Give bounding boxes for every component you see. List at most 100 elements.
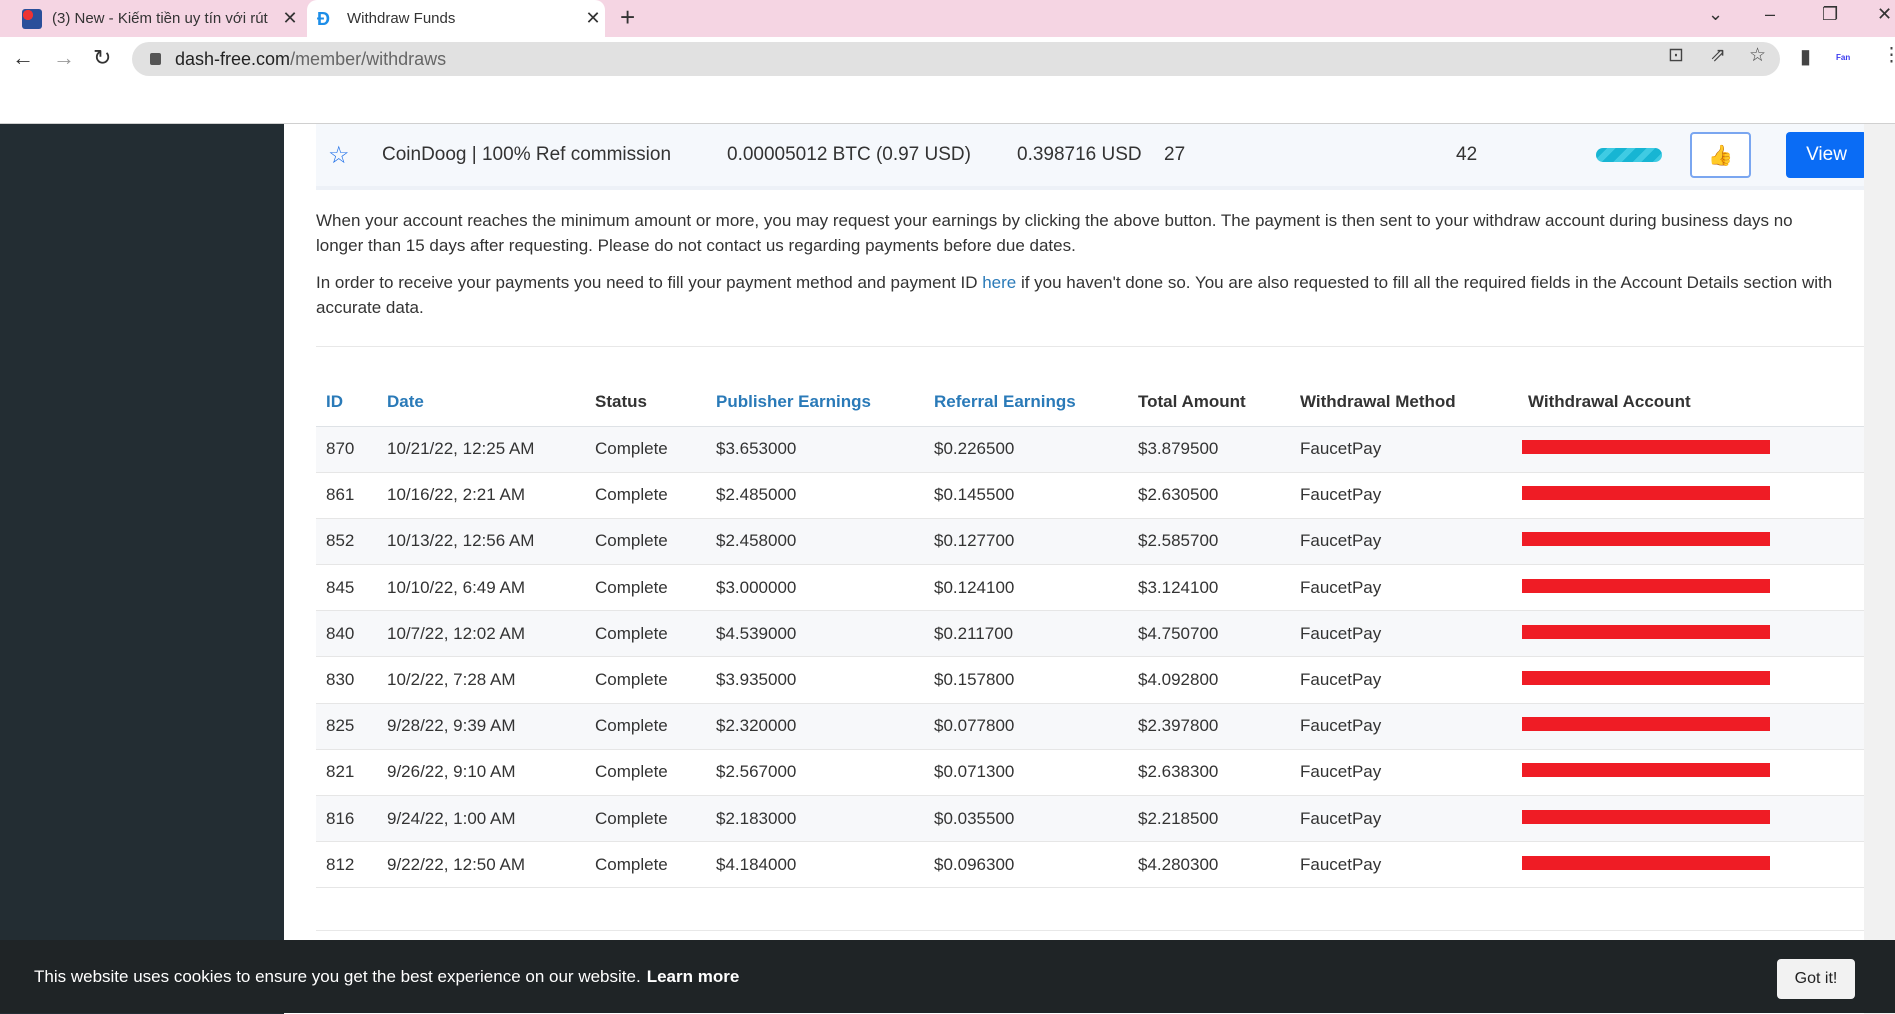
cell-withdrawal-method: FaucetPay [1290, 610, 1518, 658]
table-row: 852 10/13/22, 12:56 AM Complete $2.458000 $0… [316, 518, 1864, 566]
favorite-star-icon[interactable]: ☆ [328, 141, 350, 170]
redaction-bar [1522, 532, 1770, 547]
cell-total-amount: $2.218500 [1128, 795, 1290, 843]
view-button[interactable]: View [1786, 132, 1867, 178]
table-row: 870 10/21/22, 12:25 AM Complete $3.653000 $0… [316, 426, 1864, 473]
column-header-referral-earnings[interactable]: Referral Earnings [924, 379, 1128, 427]
redaction-bar [1522, 671, 1770, 686]
page: ☆ CoinDoog | 100% Ref commission 0.00005… [0, 123, 1895, 1014]
cell-total-amount: $4.092800 [1128, 656, 1290, 704]
cell-status: Complete [585, 426, 706, 473]
got-it-button[interactable]: Got it! [1777, 959, 1855, 999]
cell-publisher-earnings: $2.567000 [706, 749, 924, 797]
cell-status: Complete [585, 564, 706, 612]
redaction-bar [1522, 763, 1770, 778]
cookie-banner: This website uses cookies to ensure you … [0, 940, 1895, 1013]
cell-withdrawal-method: FaucetPay [1290, 841, 1518, 889]
cookie-message: This website uses cookies to ensure you … [34, 966, 641, 986]
cell-publisher-earnings: $2.183000 [706, 795, 924, 843]
cell-date: 9/22/22, 12:50 AM [377, 841, 585, 889]
cell-date: 10/16/22, 2:21 AM [377, 472, 585, 519]
cell-referral-earnings: $0.145500 [924, 472, 1128, 519]
cell-date: 10/2/22, 7:28 AM [377, 656, 585, 704]
cell-id: 830 [316, 656, 377, 704]
tab-title: Withdraw Funds [347, 10, 456, 27]
progress-bar [1596, 148, 1662, 162]
bookmark-star-icon[interactable]: ☆ [1749, 44, 1766, 67]
withdrawals-table: ID Date Status Publisher Earnings Referr… [316, 379, 1864, 889]
cell-total-amount: $2.585700 [1128, 518, 1290, 566]
cell-withdrawal-account [1518, 518, 1864, 566]
cell-id: 861 [316, 472, 377, 519]
cell-withdrawal-account [1518, 749, 1864, 797]
payment-method-link[interactable]: here [982, 273, 1016, 292]
divider [316, 346, 1864, 347]
close-tab-icon[interactable]: ✕ [581, 8, 605, 29]
scrollbar[interactable] [1864, 124, 1895, 1014]
cell-withdrawal-account [1518, 656, 1864, 704]
url-domain: dash-free.com [175, 48, 291, 69]
table-row: 830 10/2/22, 7:28 AM Complete $3.935000 $0.1… [316, 656, 1864, 704]
tab-withdraw-funds[interactable]: Đ Withdraw Funds ✕ [307, 0, 605, 37]
cell-status: Complete [585, 749, 706, 797]
cell-id: 840 [316, 610, 377, 658]
cell-withdrawal-account [1518, 564, 1864, 612]
cell-referral-earnings: $0.077800 [924, 703, 1128, 750]
cell-total-amount: $2.397800 [1128, 703, 1290, 750]
cell-total-amount: $3.879500 [1128, 426, 1290, 473]
offer-name: CoinDoog | 100% Ref commission [382, 144, 672, 165]
featured-offer-row: ☆ CoinDoog | 100% Ref commission 0.00005… [316, 124, 1867, 190]
share-icon[interactable]: ⇗ [1710, 44, 1726, 67]
column-header-publisher-earnings[interactable]: Publisher Earnings [706, 379, 924, 427]
extension-icon[interactable]: Fan [1836, 53, 1850, 62]
payment-method-text: In order to receive your payments you ne… [316, 270, 1836, 320]
new-tab-button[interactable]: + [620, 2, 635, 33]
cell-status: Complete [585, 472, 706, 519]
cell-referral-earnings: $0.071300 [924, 749, 1128, 797]
column-header-id[interactable]: ID [316, 379, 377, 427]
back-button[interactable]: ← [12, 45, 34, 71]
offer-amount: 0.00005012 BTC (0.97 USD) [727, 144, 971, 165]
cell-total-amount: $4.280300 [1128, 841, 1290, 889]
close-window-button[interactable]: ✕ [1877, 4, 1892, 25]
main-content: ☆ CoinDoog | 100% Ref commission 0.00005… [284, 124, 1867, 1014]
table-row: 825 9/28/22, 9:39 AM Complete $2.320000 $0.0… [316, 703, 1864, 750]
offer-count-2: 42 [1456, 144, 1478, 165]
table-row: 816 9/24/22, 1:00 AM Complete $2.183000 $0.0… [316, 795, 1864, 843]
cell-id: 852 [316, 518, 377, 566]
like-button[interactable]: 👍 [1690, 132, 1751, 178]
close-tab-icon[interactable]: ✕ [278, 8, 302, 29]
address-bar[interactable]: dash-free.com/member/withdraws [132, 42, 1780, 76]
cell-withdrawal-account [1518, 841, 1864, 889]
minimize-button[interactable]: – [1765, 4, 1775, 25]
cell-total-amount: $3.124100 [1128, 564, 1290, 612]
cell-status: Complete [585, 656, 706, 704]
offer-count: 27 [1164, 144, 1186, 165]
side-panel-icon[interactable]: ▮ [1800, 44, 1811, 69]
tab-kiem-tien[interactable]: (3) New - Kiếm tiền uy tín với rút ✕ [12, 0, 302, 37]
column-header-total-amount: Total Amount [1128, 379, 1290, 427]
cell-withdrawal-account [1518, 426, 1864, 473]
sidebar [0, 124, 284, 1014]
text-part: In order to receive your payments you ne… [316, 273, 983, 292]
cell-referral-earnings: $0.226500 [924, 426, 1128, 473]
learn-more-link[interactable]: Learn more [647, 967, 740, 986]
table-row: 845 10/10/22, 6:49 AM Complete $3.000000 $0.… [316, 564, 1864, 612]
cell-withdrawal-account [1518, 795, 1864, 843]
column-header-date[interactable]: Date [377, 379, 585, 427]
reload-button[interactable]: ↻ [93, 45, 111, 71]
cell-withdrawal-account [1518, 472, 1864, 519]
menu-kebab-icon[interactable]: ⋮ [1882, 44, 1895, 67]
restore-button[interactable]: ❐ [1822, 4, 1838, 25]
column-header-withdrawal-account: Withdrawal Account [1518, 379, 1864, 427]
tab-title: (3) New - Kiếm tiền uy tín với rút [52, 10, 268, 27]
table-row: 861 10/16/22, 2:21 AM Complete $2.485000 $0.… [316, 472, 1864, 519]
cell-withdrawal-account [1518, 610, 1864, 658]
cell-withdrawal-method: FaucetPay [1290, 703, 1518, 750]
forward-button[interactable]: → [53, 45, 75, 71]
translate-icon[interactable]: ⊡ [1668, 44, 1684, 67]
tab-search-chevron-icon[interactable]: ⌄ [1708, 4, 1723, 25]
cell-withdrawal-method: FaucetPay [1290, 426, 1518, 473]
cell-date: 10/13/22, 12:56 AM [377, 518, 585, 566]
cell-status: Complete [585, 841, 706, 889]
